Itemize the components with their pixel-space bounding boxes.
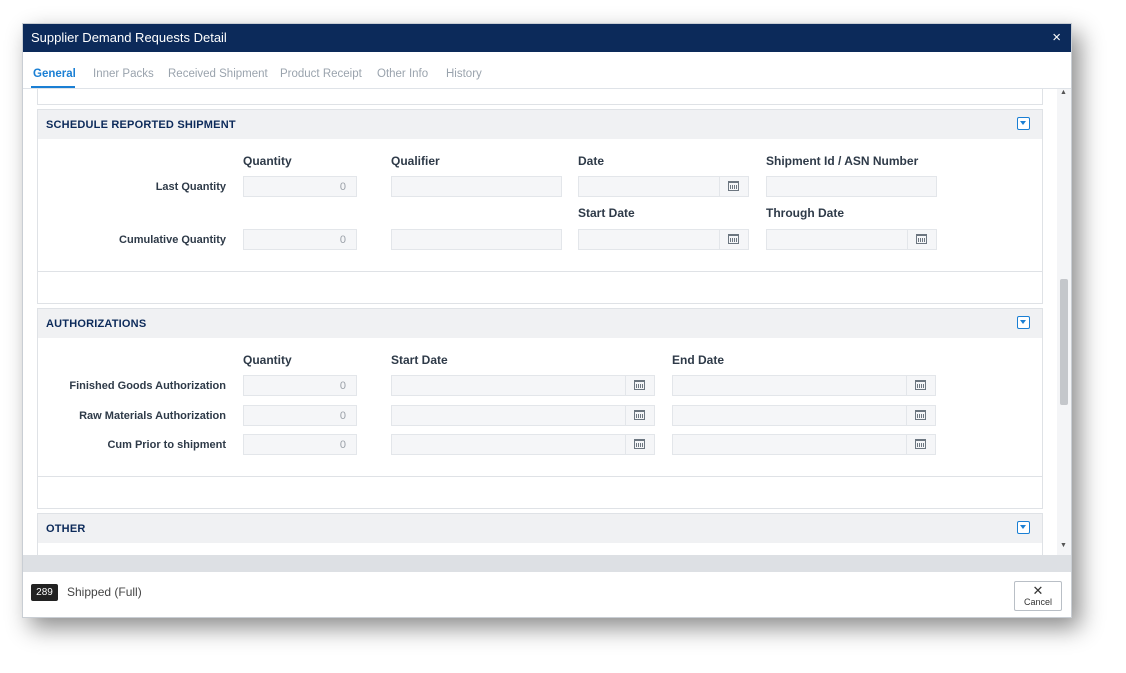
- close-icon: ✕: [1032, 583, 1044, 598]
- raw-materials-end-date-input[interactable]: [672, 405, 936, 426]
- collapse-toggle-icon[interactable]: [1017, 117, 1030, 130]
- cancel-button-label: Cancel: [1023, 597, 1052, 607]
- status-text: Shipped (Full): [67, 585, 142, 599]
- schedule-section-header[interactable]: SCHEDULE REPORTED SHIPMENT: [37, 109, 1043, 140]
- last-quantity-input[interactable]: 0: [243, 176, 357, 197]
- tab-general[interactable]: General: [33, 68, 76, 80]
- shipment-id-input[interactable]: [766, 176, 937, 197]
- scroll-down-arrow-icon[interactable]: ▼: [1060, 542, 1067, 549]
- row-label-cum-prior: Cum Prior to shipment: [107, 439, 226, 451]
- schedule-section-title: SCHEDULE REPORTED SHIPMENT: [46, 119, 236, 131]
- col-auth-quantity: Quantity: [243, 353, 292, 367]
- calendar-icon[interactable]: [625, 376, 654, 395]
- supplier-demand-dialog: Supplier Demand Requests Detail × Genera…: [22, 23, 1072, 618]
- scroll-up-arrow-icon[interactable]: ▲: [1060, 89, 1067, 96]
- active-tab-indicator: [31, 86, 75, 88]
- collapse-toggle-icon[interactable]: [1017, 521, 1030, 534]
- calendar-icon[interactable]: [906, 406, 935, 425]
- footer-separator: [23, 555, 1071, 572]
- cumulative-qualifier-input[interactable]: [391, 229, 562, 250]
- dialog-footer: 289 Shipped (Full) ✕ Cancel: [23, 572, 1071, 617]
- col-start-date: Start Date: [578, 206, 635, 220]
- finished-goods-end-date-input[interactable]: [672, 375, 936, 396]
- col-qualifier: Qualifier: [391, 154, 440, 168]
- authorizations-section-footer: [37, 476, 1043, 509]
- calendar-icon[interactable]: [719, 177, 748, 196]
- authorizations-section-title: AUTHORIZATIONS: [46, 318, 147, 330]
- tab-bar: General Inner Packs Received Shipment Pr…: [23, 62, 1071, 89]
- dialog-titlebar: Supplier Demand Requests Detail ×: [23, 24, 1071, 52]
- dialog-content: SCHEDULE REPORTED SHIPMENT Quantity Qual…: [23, 89, 1057, 555]
- row-label-last-quantity: Last Quantity: [155, 181, 226, 193]
- tab-other-info[interactable]: Other Info: [377, 68, 428, 80]
- raw-materials-quantity-input[interactable]: 0: [243, 405, 357, 426]
- tab-received-shipment[interactable]: Received Shipment: [168, 68, 268, 80]
- authorizations-section-header[interactable]: AUTHORIZATIONS: [37, 308, 1043, 339]
- row-label-cumulative-quantity: Cumulative Quantity: [119, 234, 226, 246]
- other-section-header[interactable]: OTHER: [37, 513, 1043, 544]
- authorizations-section-body: Quantity Start Date End Date Finished Go…: [37, 338, 1043, 477]
- cancel-button[interactable]: ✕ Cancel: [1014, 581, 1062, 611]
- calendar-icon[interactable]: [907, 230, 936, 249]
- tab-product-receipt[interactable]: Product Receipt: [280, 68, 362, 80]
- col-auth-end-date: End Date: [672, 353, 725, 367]
- col-quantity: Quantity: [243, 154, 292, 168]
- vertical-scrollbar[interactable]: ▲ ▼: [1057, 89, 1071, 555]
- schedule-section-footer: [37, 271, 1043, 304]
- cum-prior-quantity-input[interactable]: 0: [243, 434, 357, 455]
- calendar-icon[interactable]: [625, 435, 654, 454]
- finished-goods-start-date-input[interactable]: [391, 375, 655, 396]
- tab-history[interactable]: History: [446, 68, 482, 80]
- record-count-badge: 289: [31, 584, 58, 601]
- other-section-body: [37, 543, 1043, 555]
- cumulative-through-date-input[interactable]: [766, 229, 937, 250]
- calendar-icon[interactable]: [719, 230, 748, 249]
- finished-goods-quantity-input[interactable]: 0: [243, 375, 357, 396]
- other-section-title: OTHER: [46, 523, 86, 535]
- tab-inner-packs[interactable]: Inner Packs: [93, 68, 154, 80]
- calendar-icon[interactable]: [625, 406, 654, 425]
- raw-materials-start-date-input[interactable]: [391, 405, 655, 426]
- calendar-icon[interactable]: [906, 435, 935, 454]
- previous-section-bottom: [37, 89, 1043, 105]
- scroll-thumb[interactable]: [1060, 279, 1068, 405]
- collapse-toggle-icon[interactable]: [1017, 316, 1030, 329]
- last-qualifier-input[interactable]: [391, 176, 562, 197]
- cumulative-quantity-input[interactable]: 0: [243, 229, 357, 250]
- close-icon[interactable]: ×: [1052, 29, 1061, 46]
- col-shipment-id: Shipment Id / ASN Number: [766, 154, 919, 168]
- last-date-input[interactable]: [578, 176, 749, 197]
- row-label-raw-materials: Raw Materials Authorization: [79, 410, 226, 422]
- cum-prior-start-date-input[interactable]: [391, 434, 655, 455]
- calendar-icon[interactable]: [906, 376, 935, 395]
- cumulative-start-date-input[interactable]: [578, 229, 749, 250]
- col-date: Date: [578, 154, 605, 168]
- schedule-section-body: Quantity Qualifier Date Shipment Id / AS…: [37, 139, 1043, 272]
- row-label-finished-goods: Finished Goods Authorization: [69, 380, 226, 392]
- cum-prior-end-date-input[interactable]: [672, 434, 936, 455]
- col-auth-start-date: Start Date: [391, 353, 448, 367]
- dialog-title: Supplier Demand Requests Detail: [31, 30, 227, 45]
- col-through-date: Through Date: [766, 206, 844, 220]
